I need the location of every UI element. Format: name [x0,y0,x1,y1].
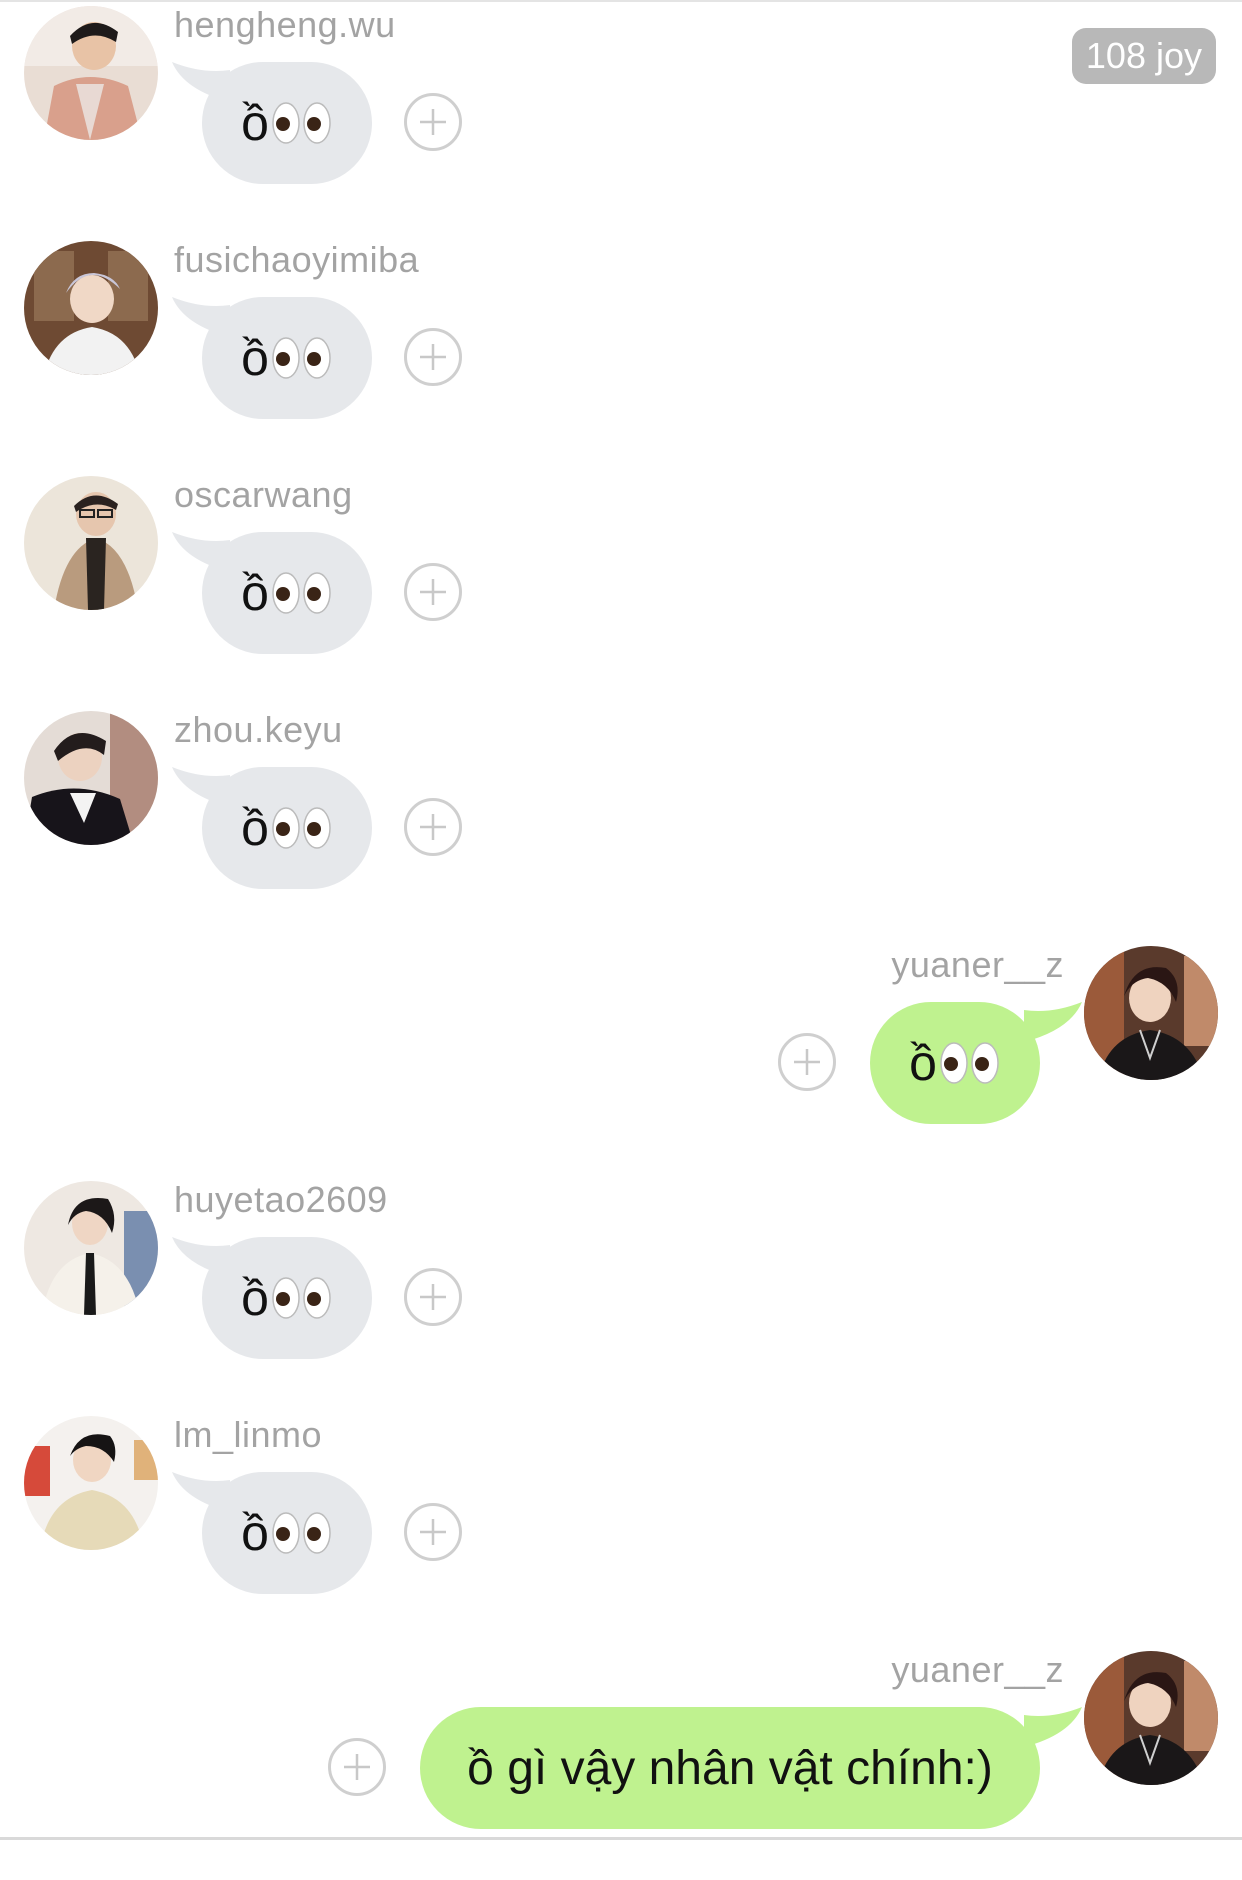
message-text: ồ [241,1270,269,1326]
avatar-photo [24,1416,158,1550]
eyes-emoji-icon [939,1041,1001,1085]
eyes-emoji-icon [271,336,333,380]
eyes-emoji-icon [271,571,333,615]
message-bubble[interactable]: ồ [202,767,372,889]
username: lm_linmo [174,1414,323,1455]
avatar-photo [24,241,158,375]
message-text: ồ [241,330,269,386]
avatar-photo [24,711,158,845]
add-reaction-button[interactable] [404,93,462,151]
eyes-emoji-icon [271,806,333,850]
message-bubble[interactable]: ồ gì vậy nhân vật chính:) [420,1707,1040,1829]
username: zhou.keyu [174,709,343,750]
message-bubble[interactable]: ồ [202,1237,372,1359]
plus-icon [420,109,446,135]
add-reaction-button[interactable] [404,1268,462,1326]
avatar[interactable] [24,711,158,845]
message-text: ồ gì vậy nhân vật chính:) [467,1741,993,1795]
add-reaction-button[interactable] [404,1503,462,1561]
chat-message: oscarwang ồ [0,470,1242,705]
add-reaction-button[interactable] [778,1033,836,1091]
add-reaction-button[interactable] [404,563,462,621]
plus-icon [420,579,446,605]
eyes-emoji-icon [271,101,333,145]
plus-icon [344,1754,370,1780]
eyes-emoji-icon [271,1276,333,1320]
chat-message: lm_linmo ồ [0,1410,1242,1645]
avatar-photo [1084,946,1218,1080]
plus-icon [420,344,446,370]
avatar[interactable] [24,1416,158,1550]
chat-message: fusichaoyimiba ồ [0,235,1242,470]
eyes-emoji-icon [271,1511,333,1555]
avatar[interactable] [1084,946,1218,1080]
add-reaction-button[interactable] [404,798,462,856]
chat-message-own: yuaner__z ồ [0,940,1242,1175]
message-bubble[interactable]: ồ [202,1472,372,1594]
plus-icon [420,814,446,840]
chat-message: huyetao2609 ồ [0,1175,1242,1410]
message-text: ồ [909,1035,937,1091]
add-reaction-button[interactable] [328,1738,386,1796]
avatar[interactable] [1084,1651,1218,1785]
message-text: ồ [241,800,269,856]
add-reaction-button[interactable] [404,328,462,386]
username: huyetao2609 [174,1179,388,1220]
message-bubble[interactable]: ồ [202,297,372,419]
avatar-photo [1084,1651,1218,1785]
message-bubble[interactable]: ồ [202,62,372,184]
plus-icon [420,1519,446,1545]
avatar[interactable] [24,1181,158,1315]
username: oscarwang [174,474,353,515]
avatar-photo [24,6,158,140]
plus-icon [420,1284,446,1310]
message-text: ồ [241,565,269,621]
chat-message-own: yuaner__z ồ gì vậy nhân vật chính:) [0,1645,1242,1880]
username: fusichaoyimiba [174,239,420,280]
message-bubble[interactable]: ồ [202,532,372,654]
avatar-photo [24,1181,158,1315]
message-text: ồ [241,95,269,151]
message-text: ồ [241,1505,269,1561]
username: yuaner__z [891,1649,1064,1690]
chat-message: zhou.keyu ồ [0,705,1242,940]
message-bubble[interactable]: ồ [870,1002,1040,1124]
chat-message: hengheng.wu ồ [0,0,1242,235]
avatar-photo [24,476,158,610]
avatar[interactable] [24,6,158,140]
username: hengheng.wu [174,4,396,45]
plus-icon [794,1049,820,1075]
avatar[interactable] [24,476,158,610]
avatar[interactable] [24,241,158,375]
username: yuaner__z [891,944,1064,985]
chat-thread: 108 joy hengheng.wu ồ fusichaoyimiba ồ o… [0,0,1242,1840]
